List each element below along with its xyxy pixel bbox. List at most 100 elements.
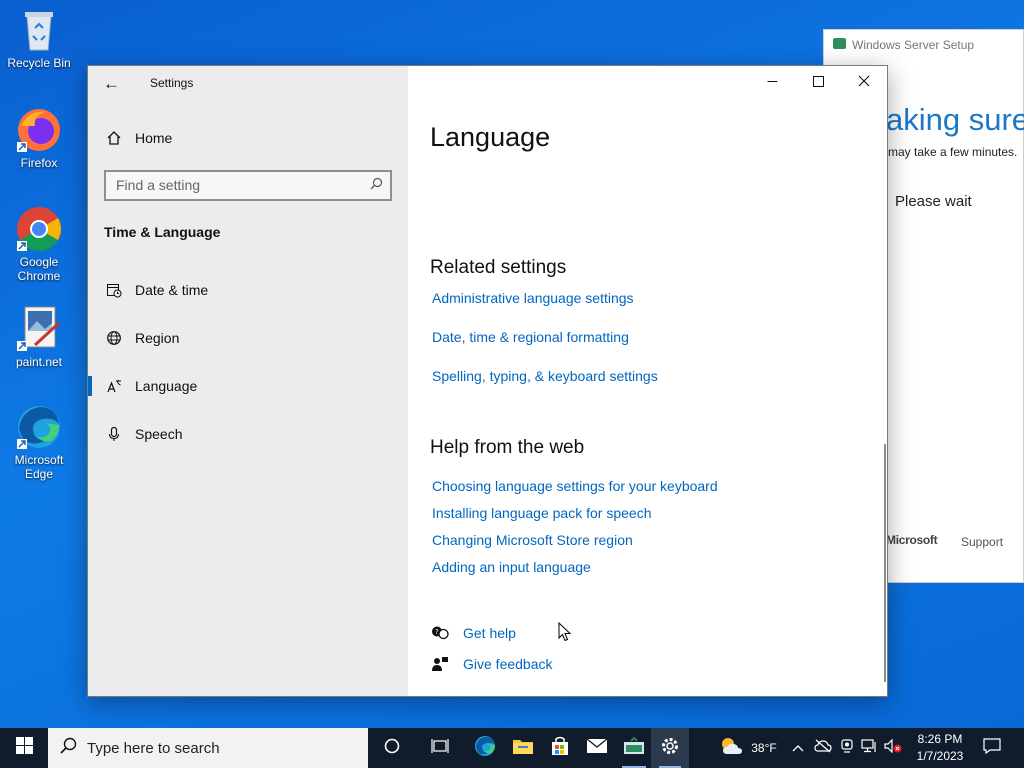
taskbar-search-box[interactable]: Type here to search [48,728,368,768]
nav-item-label: Speech [135,426,183,442]
minimize-button[interactable] [749,66,795,98]
network-tray-button[interactable] [859,728,879,768]
setup-wait-text: Please wait [895,193,972,210]
nav-item-language[interactable]: Language [88,366,408,406]
cortana-circle-icon [384,738,400,759]
network-icon [861,738,877,758]
edge-icon [15,403,63,451]
microphone-icon [104,424,124,444]
edge-icon [474,735,496,762]
setup-window-title: Windows Server Setup [852,38,975,52]
setup-footer-brand: Microsoft [886,533,938,547]
link-add-input-language[interactable]: Adding an input language [432,559,591,575]
calendar-clock-icon [104,280,124,300]
search-placeholder: Find a setting [116,177,201,193]
nav-item-date-time[interactable]: Date & time [88,270,408,310]
taskbar-app-server-setup[interactable] [614,728,654,768]
close-icon [858,74,870,91]
taskbar-app-edge[interactable] [465,728,505,768]
onedrive-tray-button[interactable] [812,728,834,768]
tray-device-button[interactable] [837,728,857,768]
link-date-time-regional-formatting[interactable]: Date, time & regional formatting [432,329,629,345]
minimize-icon [767,74,778,91]
nav-item-speech[interactable]: Speech [88,414,408,454]
start-button[interactable] [0,728,48,768]
partly-cloudy-icon [719,736,745,761]
desktop-icon-google-chrome[interactable]: Google Chrome [4,205,74,283]
volume-muted-icon [884,738,902,758]
content-scrollbar[interactable] [884,444,886,682]
nav-item-label: Language [135,378,198,394]
search-icon [370,177,383,193]
clock-time: 8:26 PM [917,732,963,746]
firefox-icon [15,106,63,154]
desktop-icon-paint-net[interactable]: paint.net [4,305,74,369]
desktop-icon-recycle-bin[interactable]: Recycle Bin [4,6,74,70]
weather-widget[interactable]: 38°F [712,728,784,768]
feedback-person-icon [430,654,450,674]
maximize-button[interactable] [795,66,841,98]
app-title: Settings [150,76,194,90]
back-button[interactable]: ← [103,74,123,94]
gear-icon [660,736,680,761]
setup-app-icon [623,736,645,760]
cortana-button[interactable] [372,728,412,768]
link-spelling-typing-keyboard-settings[interactable]: Spelling, typing, & keyboard settings [432,368,658,384]
volume-tray-button[interactable] [882,728,904,768]
mail-icon [586,737,608,759]
find-setting-input[interactable]: Find a setting [104,170,392,201]
setup-heading: aking sure [886,102,1024,137]
desktop-icon-label: paint.net [15,355,63,369]
folder-icon [512,737,534,760]
taskbar-app-settings[interactable] [651,728,689,768]
windows-logo-icon [15,737,33,759]
show-hidden-icons-button[interactable] [789,728,807,768]
desktop-icon-label: Recycle Bin [7,56,71,70]
get-help-link[interactable]: ? Get help [430,623,516,643]
clock-date: 1/7/2023 [916,749,964,763]
desktop-icon-label: Microsoft Edge [14,453,64,481]
cloud-offline-icon [814,739,832,758]
home-icon [104,128,124,148]
weather-temperature: 38°F [751,741,777,755]
search-icon [60,737,77,759]
action-center-button[interactable] [976,728,1008,768]
nav-home[interactable]: Home [88,118,408,158]
close-button[interactable] [841,66,887,98]
settings-window[interactable]: ← Settings Home Find a setting Time & La… [87,65,888,697]
svg-text:?: ? [435,628,439,636]
taskbar-clock[interactable]: 8:26 PM 1/7/2023 [912,731,968,765]
desktop-icon-firefox[interactable]: Firefox [4,106,74,170]
get-help-label: Get help [463,625,516,641]
settings-nav-pane: ← Settings Home Find a setting Time & La… [88,66,408,696]
chat-help-icon: ? [430,623,450,643]
related-settings-heading: Related settings [430,257,567,278]
taskbar-app-mail[interactable] [577,728,617,768]
setup-window-titlebar[interactable]: Windows Server Setup [824,30,1023,60]
link-store-region[interactable]: Changing Microsoft Store region [432,532,633,548]
link-administrative-language-settings[interactable]: Administrative language settings [432,290,634,306]
maximize-icon [812,74,824,91]
nav-item-region[interactable]: Region [88,318,408,358]
device-icon [839,738,855,758]
give-feedback-link[interactable]: Give feedback [430,654,553,674]
settings-content-pane: Language Related settings Administrative… [408,66,887,696]
nav-section-title: Time & Language [104,224,221,240]
nav-item-label: Date & time [135,282,209,298]
mouse-cursor-icon [558,621,572,642]
nav-home-label: Home [135,130,173,146]
desktop-icon-microsoft-edge[interactable]: Microsoft Edge [4,403,74,481]
taskbar-app-store[interactable] [540,728,580,768]
taskbar: Type here to search 38°F 8:26 PM 1/7/202… [0,728,1024,768]
link-keyboard-language-settings[interactable]: Choosing language settings for your keyb… [432,478,718,494]
link-language-pack-speech[interactable]: Installing language pack for speech [432,505,651,521]
globe-icon [104,328,124,348]
taskbar-app-file-explorer[interactable] [503,728,543,768]
notification-icon [983,737,1001,759]
recycle-bin-icon [15,6,63,54]
nav-item-label: Region [135,330,180,346]
setup-support-link[interactable]: Support [961,535,1003,549]
task-view-button[interactable] [420,728,460,768]
give-feedback-label: Give feedback [463,656,553,672]
task-view-icon [431,738,449,759]
